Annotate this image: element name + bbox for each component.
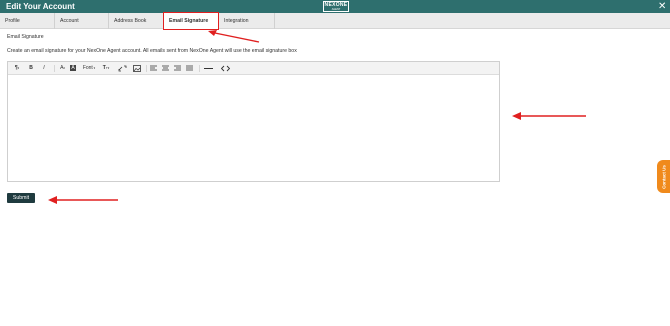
contact-us-tab[interactable]: Contact Us [657,160,670,193]
tab-integration[interactable]: Integration [219,13,275,29]
section-description: Create an email signature for your NexOn… [7,48,297,54]
align-left-icon[interactable] [150,64,158,73]
close-icon[interactable]: ✕ [658,0,666,13]
nexone-logo: NEXONE AGENT [323,1,349,12]
paragraph-icon[interactable]: ¶▾ [12,64,22,73]
image-icon[interactable] [133,64,142,73]
submit-button[interactable]: Submit [7,193,35,203]
signature-text-area[interactable] [8,75,499,181]
bold-icon[interactable]: B [27,64,35,73]
annotation-arrow-editor [512,112,586,120]
contact-us-label: Contact Us [661,164,666,189]
app-header: Edit Your Account NEXONE AGENT ✕ [0,0,670,13]
horizontal-rule-icon[interactable] [204,64,214,73]
code-view-icon[interactable] [221,64,231,73]
logo-subtext: AGENT [331,8,341,11]
page-title: Edit Your Account [6,2,75,11]
font-color-icon[interactable]: A▾ [58,64,67,73]
signature-editor: ¶▾ B I A▾ A Font ▾ TT▾ [7,61,500,182]
font-dropdown-label: Font [82,65,93,71]
bg-color-glyph: A [70,65,76,71]
tab-account[interactable]: Account [55,13,109,29]
background-color-icon[interactable]: A [69,64,77,73]
font-dropdown[interactable]: Font ▾ [81,64,97,73]
italic-icon[interactable]: I [40,64,48,73]
toolbar-separator [54,65,55,72]
annotation-arrow-tab [208,30,260,43]
toolbar-separator [199,65,200,72]
toolbar-separator [146,65,147,72]
align-right-icon[interactable] [174,64,182,73]
font-size-icon[interactable]: TT▾ [101,64,111,73]
editor-toolbar: ¶▾ B I A▾ A Font ▾ TT▾ [8,62,499,75]
annotation-arrow-submit [48,196,118,204]
tab-bar: Profile Account Address Book Email Signa… [0,13,670,29]
tab-profile[interactable]: Profile [0,13,55,29]
annotation-highlight-box [163,12,219,30]
tab-address-book[interactable]: Address Book [109,13,164,29]
justify-icon[interactable] [186,64,194,73]
align-center-icon[interactable] [162,64,170,73]
section-heading: Email Signature [7,34,44,40]
link-icon[interactable] [118,64,128,73]
